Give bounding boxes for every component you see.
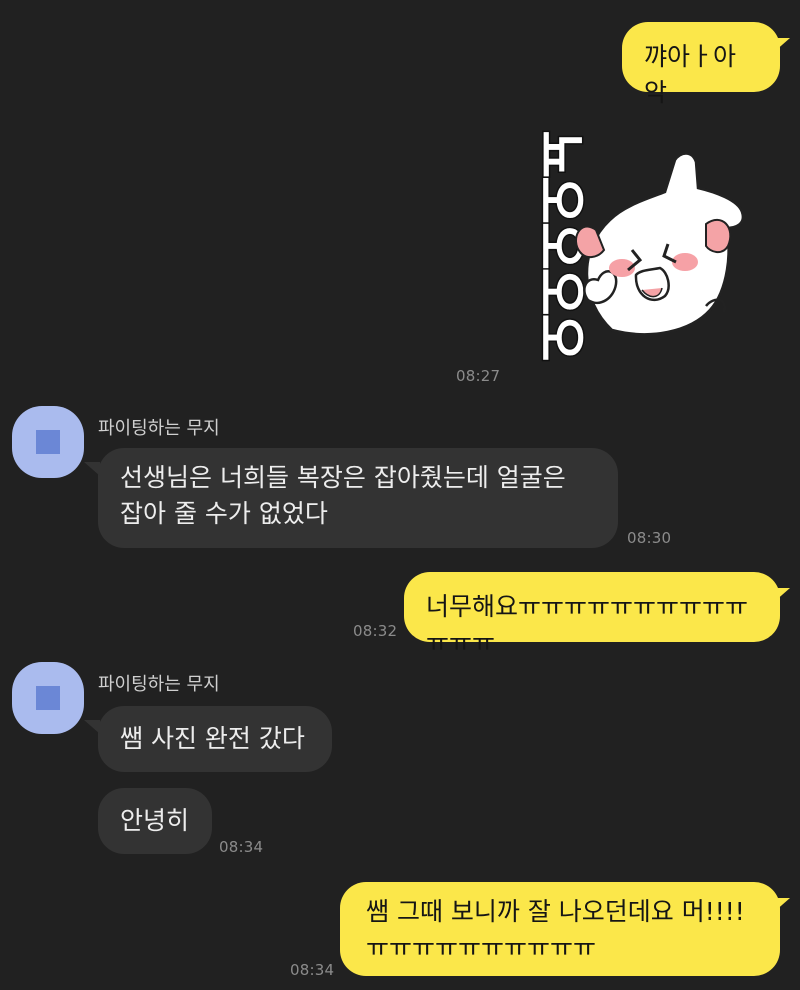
outgoing-message[interactable]: 쌤 그때 보니까 잘 나오던데요 머!!!! ㅠㅠㅠㅠㅠㅠㅠㅠㅠㅠ	[340, 882, 780, 976]
sticker-character-icon	[575, 152, 745, 336]
bubble-tail	[774, 38, 790, 52]
avatar-inner	[36, 686, 60, 710]
outgoing-message[interactable]: 너무해요ㅠㅠㅠㅠㅠㅠㅠㅠㅠㅠㅠㅠㅠ	[404, 572, 780, 657]
timestamp: 08:34	[219, 838, 264, 856]
timestamp: 08:34	[290, 961, 335, 979]
bubble-tail	[84, 462, 100, 476]
bubble-tail	[84, 720, 100, 734]
avatar-icon[interactable]	[12, 406, 84, 478]
sticker-image[interactable]: 뇨오오오오	[500, 100, 750, 390]
avatar-icon[interactable]	[12, 662, 84, 734]
chat-room: 꺄아ㅏ아악 뇨오오오오 08:27 파이팅하는 무지 선생님은 너희들 복장은 …	[0, 0, 800, 990]
timestamp: 08:32	[353, 622, 398, 640]
timestamp: 08:27	[456, 367, 501, 385]
incoming-message[interactable]: 선생님은 너희들 복장은 잡아줬는데 얼굴은 잡아 줄 수가 없었다	[98, 448, 618, 548]
sender-name: 파이팅하는 무지	[98, 418, 220, 439]
incoming-message[interactable]: 쌤 사진 완전 갔다	[98, 706, 332, 772]
timestamp: 08:30	[627, 529, 672, 547]
incoming-message[interactable]: 안녕히	[98, 788, 212, 854]
sender-name: 파이팅하는 무지	[98, 674, 220, 695]
avatar-inner	[36, 430, 60, 454]
bubble-tail	[774, 588, 790, 602]
outgoing-message[interactable]: 꺄아ㅏ아악	[622, 22, 780, 107]
bubble-tail	[774, 898, 790, 912]
